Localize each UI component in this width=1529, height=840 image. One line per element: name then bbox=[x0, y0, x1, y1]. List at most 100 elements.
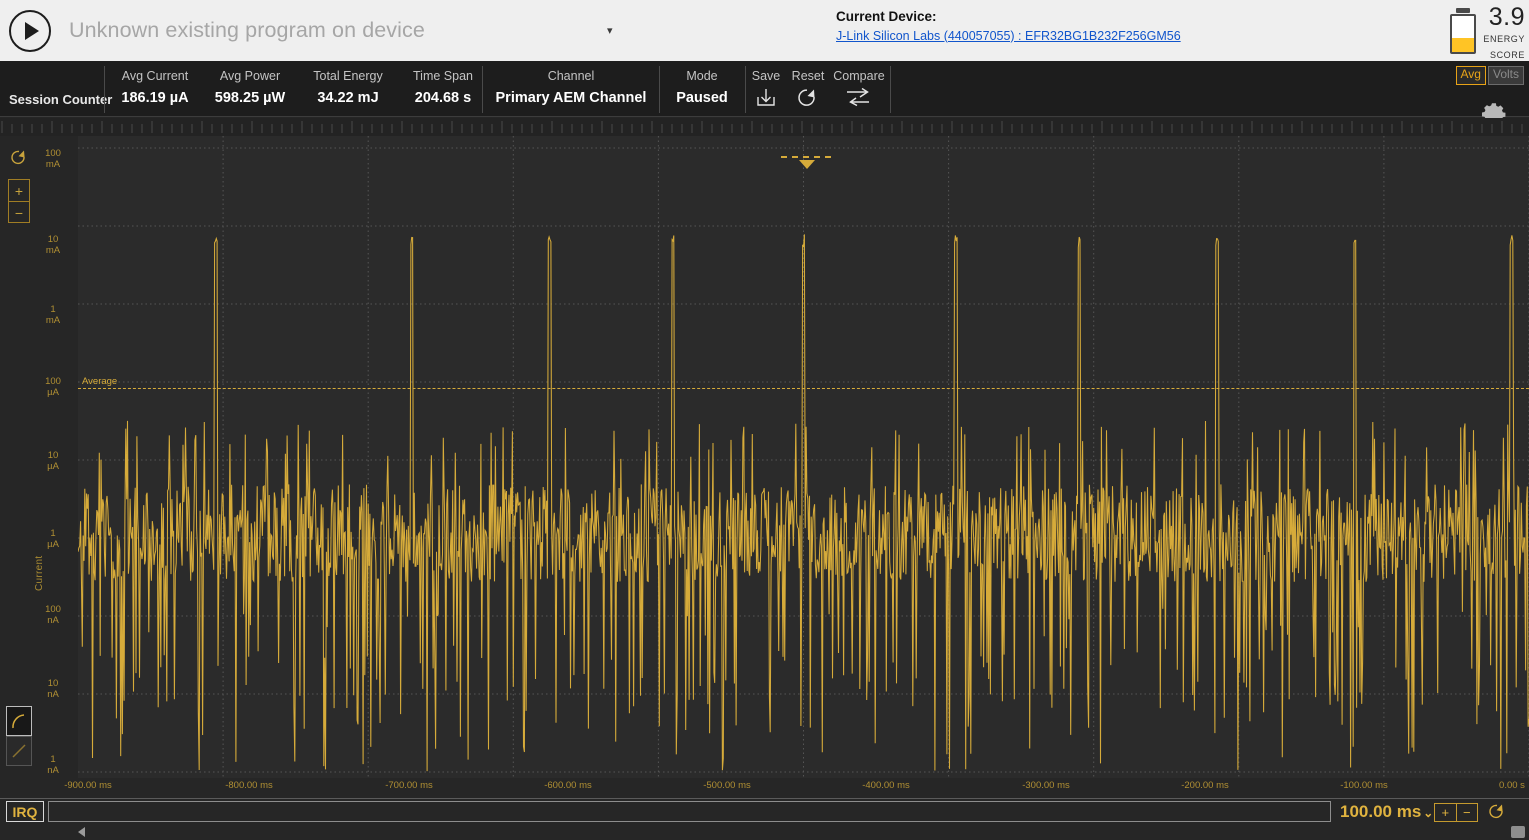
x-tick: -700.00 ms bbox=[385, 780, 433, 791]
energy-score-value: 3.9 bbox=[1483, 5, 1525, 30]
metric-label: Avg Power bbox=[210, 69, 290, 83]
time-zoom-out-button[interactable]: − bbox=[1457, 804, 1478, 821]
reset-circular-arrow-icon bbox=[788, 86, 828, 110]
battery-body bbox=[1450, 14, 1476, 54]
top-ruler bbox=[0, 118, 1529, 136]
toggle-avg[interactable]: Avg bbox=[1456, 66, 1486, 85]
x-tick: -300.00 ms bbox=[1022, 780, 1070, 791]
x-tick: -800.00 ms bbox=[225, 780, 273, 791]
metric-total-energy: Total Energy 34.22 mJ bbox=[303, 69, 393, 106]
current-trace-plot bbox=[78, 136, 1529, 778]
current-device-block: Current Device: J-Link Silicon Labs (440… bbox=[836, 7, 1181, 45]
battery-icon bbox=[1450, 8, 1476, 54]
time-zoom-controls: + − bbox=[1434, 803, 1478, 822]
y-tick: 1nA bbox=[36, 754, 70, 777]
session-counter-label: Session Counter bbox=[9, 92, 112, 107]
irq-button[interactable]: IRQ bbox=[6, 801, 44, 822]
metric-label: Total Energy bbox=[303, 69, 393, 83]
compare-label: Compare bbox=[830, 69, 888, 83]
y-tick: 10µA bbox=[36, 450, 70, 473]
metric-label: Channel bbox=[490, 69, 652, 83]
metric-value: Paused bbox=[664, 90, 740, 106]
time-zoom-in-button[interactable]: + bbox=[1435, 804, 1457, 821]
time-span-text: 100.00 ms bbox=[1340, 802, 1421, 821]
scroll-left-arrow-icon[interactable] bbox=[78, 827, 85, 837]
x-tick: -100.00 ms bbox=[1340, 780, 1388, 791]
scrollbar-thumb[interactable] bbox=[1511, 826, 1525, 838]
time-span-value[interactable]: 100.00 ms⌄ bbox=[1340, 802, 1433, 822]
metric-value: 598.25 µW bbox=[210, 90, 290, 106]
energy-score-block: 3.9 ENERGY SCORE bbox=[1450, 2, 1525, 62]
horizontal-scrollbar[interactable] bbox=[0, 824, 1529, 840]
y-axis-title: Current bbox=[34, 556, 45, 591]
metric-avg-power: Avg Power 598.25 µW bbox=[210, 69, 290, 106]
metric-bar: Session Counter Avg Current 186.19 µA Av… bbox=[0, 61, 1529, 117]
reset-button[interactable]: Reset bbox=[788, 69, 828, 110]
divider bbox=[659, 66, 660, 113]
metric-channel: Channel Primary AEM Channel bbox=[490, 69, 652, 106]
compare-button[interactable]: Compare bbox=[830, 69, 888, 110]
y-tick: 100µA bbox=[36, 376, 70, 399]
y-tick: 100mA bbox=[36, 148, 70, 171]
x-tick: -900.00 ms bbox=[64, 780, 112, 791]
chart-plot-area[interactable]: Average bbox=[78, 136, 1529, 778]
app-header: Unknown existing program on device ▾ Cur… bbox=[0, 0, 1529, 61]
average-line-label: Average bbox=[82, 376, 117, 387]
time-marker[interactable] bbox=[781, 156, 831, 158]
current-device-link[interactable]: J-Link Silicon Labs (440057055) : EFR32B… bbox=[836, 27, 1181, 45]
chart-zoom-out-button[interactable]: − bbox=[9, 202, 29, 224]
save-label: Save bbox=[749, 69, 783, 83]
chart-zoom-in-button[interactable]: + bbox=[9, 180, 29, 202]
chevron-down-icon bbox=[799, 160, 815, 169]
toggle-volts[interactable]: Volts bbox=[1488, 66, 1524, 85]
y-tick: 1mA bbox=[36, 304, 70, 327]
x-tick: 0.00 s bbox=[1499, 780, 1525, 791]
metric-value: Primary AEM Channel bbox=[490, 90, 652, 106]
play-icon bbox=[25, 22, 39, 40]
program-name-label: Unknown existing program on device bbox=[69, 18, 425, 43]
x-tick: -400.00 ms bbox=[862, 780, 910, 791]
x-axis: -900.00 ms -800.00 ms -700.00 ms -600.00… bbox=[0, 778, 1529, 798]
save-download-icon bbox=[749, 86, 783, 110]
chevron-down-icon[interactable]: ▾ bbox=[607, 24, 613, 37]
reset-zoom-icon[interactable] bbox=[8, 148, 30, 173]
metric-label: Avg Current bbox=[113, 69, 197, 83]
reset-label: Reset bbox=[788, 69, 828, 83]
metric-label: Mode bbox=[664, 69, 740, 83]
chevron-down-icon[interactable]: ⌄ bbox=[1423, 806, 1433, 820]
ruler-ticks bbox=[0, 118, 1529, 136]
current-device-label: Current Device: bbox=[836, 7, 1181, 27]
metric-value: 34.22 mJ bbox=[303, 90, 393, 106]
metric-value: 186.19 µA bbox=[113, 90, 197, 106]
chart-zone: + − Current 100mA 10mA 1mA 100µA 10µA 1µ… bbox=[0, 118, 1529, 798]
metric-avg-current: Avg Current 186.19 µA bbox=[113, 69, 197, 106]
battery-cap bbox=[1456, 8, 1470, 13]
y-tick: 100nA bbox=[36, 604, 70, 627]
y-tick: 10mA bbox=[36, 234, 70, 257]
x-tick: -200.00 ms bbox=[1181, 780, 1229, 791]
chart-zoom-controls: + − bbox=[8, 179, 30, 223]
divider bbox=[482, 66, 483, 113]
irq-track[interactable] bbox=[48, 801, 1331, 822]
curve-mode-icon[interactable] bbox=[6, 706, 32, 736]
chart-left-gutter: + − Current 100mA 10mA 1mA 100µA 10µA 1µ… bbox=[0, 136, 78, 798]
play-button[interactable] bbox=[9, 10, 51, 52]
average-line: Average bbox=[78, 388, 1529, 389]
battery-fill bbox=[1452, 38, 1474, 52]
x-tick: -500.00 ms bbox=[703, 780, 751, 791]
metric-time-span: Time Span 204.68 s bbox=[404, 69, 482, 106]
metric-mode: Mode Paused bbox=[664, 69, 740, 106]
x-tick: -600.00 ms bbox=[544, 780, 592, 791]
divider bbox=[890, 66, 891, 113]
energy-score-caption-line1: ENERGY bbox=[1483, 33, 1525, 46]
metric-value: 204.68 s bbox=[404, 90, 482, 106]
bottom-bar: IRQ 100.00 ms⌄ + − bbox=[0, 798, 1529, 824]
y-tick: 1µA bbox=[36, 528, 70, 551]
unit-toggle-group: Avg Volts bbox=[1456, 66, 1524, 85]
chart-mode-controls bbox=[6, 706, 32, 766]
save-button[interactable]: Save bbox=[749, 69, 783, 110]
compare-arrows-icon bbox=[830, 86, 888, 110]
divider bbox=[745, 66, 746, 113]
line-mode-icon[interactable] bbox=[6, 736, 32, 766]
metric-label: Time Span bbox=[404, 69, 482, 83]
